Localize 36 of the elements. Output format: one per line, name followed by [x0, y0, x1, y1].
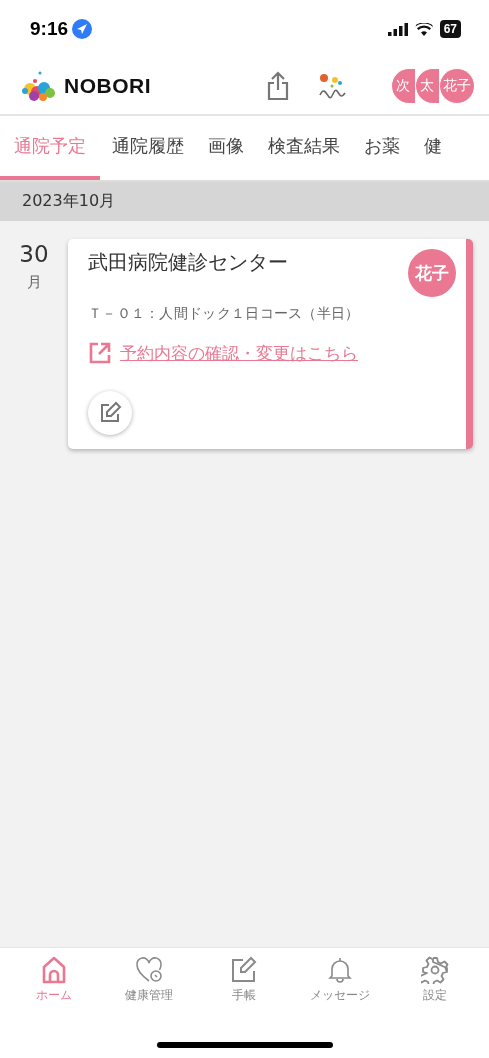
- edit-icon: [98, 401, 122, 425]
- settings-icon: [421, 956, 450, 984]
- tab[interactable]: お薬: [352, 116, 412, 180]
- member-avatar: 花子: [408, 249, 456, 297]
- location-icon: [72, 19, 93, 39]
- edit-button[interactable]: [88, 391, 132, 435]
- tab[interactable]: 健: [412, 116, 454, 180]
- app-logo: NOBORI: [64, 74, 151, 98]
- nav-item[interactable]: ホーム: [8, 956, 99, 1004]
- nav-item[interactable]: 健康管理: [104, 956, 195, 1004]
- battery-level: 67: [439, 20, 461, 38]
- wifi-icon: [414, 22, 433, 36]
- reservation-link[interactable]: 予約内容の確認・変更はこちら: [120, 341, 358, 365]
- sparkle-wave-icon[interactable]: [319, 73, 349, 99]
- hospital-name: 武田病院健診センター: [88, 249, 289, 276]
- bell-icon: [325, 956, 354, 984]
- month-header: 2023年10月: [22, 191, 116, 210]
- external-link-icon[interactable]: [88, 341, 112, 365]
- weekday: 月: [26, 273, 42, 292]
- heart-icon: [135, 956, 164, 984]
- edit-icon: [230, 956, 259, 984]
- tab[interactable]: 通院履歴: [100, 116, 196, 180]
- share-icon[interactable]: [267, 71, 289, 101]
- member-avatar[interactable]: 花子: [439, 68, 475, 104]
- signal-icon: [387, 22, 408, 36]
- status-time: 9:16: [30, 18, 69, 40]
- nav-item[interactable]: 設定: [390, 956, 481, 1004]
- course-name: Ｔ－０１：人間ドック１日コース（半日）: [88, 305, 361, 323]
- tab[interactable]: 検査結果: [256, 116, 352, 180]
- tab[interactable]: 画像: [196, 116, 256, 180]
- member-avatar[interactable]: 太: [415, 68, 439, 104]
- nav-item[interactable]: 手帳: [199, 956, 290, 1004]
- member-avatar[interactable]: 次: [391, 68, 415, 104]
- nav-item[interactable]: メッセージ: [294, 956, 385, 1004]
- day-number: 30: [19, 241, 49, 267]
- appointment-card[interactable]: 武田病院健診センター 花子 Ｔ－０１：人間ドック１日コース（半日） 予約内容の確認・変更はこちら: [68, 239, 473, 449]
